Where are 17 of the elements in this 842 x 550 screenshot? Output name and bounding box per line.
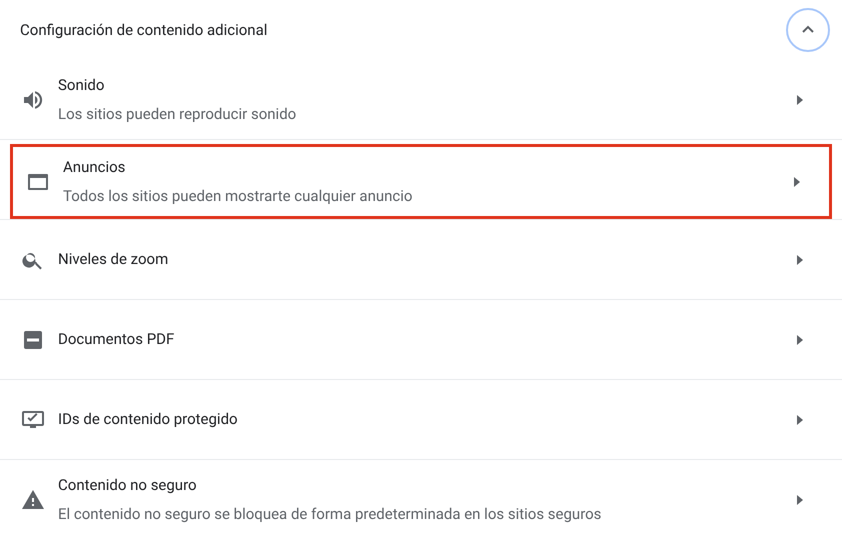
setting-title: Anuncios bbox=[63, 157, 126, 178]
setting-title: Niveles de zoom bbox=[58, 249, 170, 270]
arrow-right-icon[interactable] bbox=[796, 494, 804, 506]
arrow-right-icon[interactable] bbox=[796, 334, 804, 346]
setting-title: Sonido bbox=[58, 75, 106, 96]
arrow-right-icon[interactable] bbox=[796, 94, 804, 106]
setting-description: El contenido no seguro se bloquea de forma predeterminada en los sitios seguros bbox=[58, 504, 602, 524]
setting-description: Todos los sitios pueden mostrarte cualquier anuncio bbox=[63, 186, 414, 206]
setting-title: Contenido no seguro bbox=[58, 475, 198, 496]
arrow-right-icon[interactable] bbox=[793, 176, 801, 188]
warning-icon bbox=[21, 488, 45, 512]
setting-description: Los sitios pueden reproducir sonido bbox=[58, 104, 298, 124]
section-title: Configuración de contenido adicional bbox=[20, 20, 268, 41]
setting-title: IDs de contenido protegido bbox=[58, 409, 239, 430]
arrow-right-icon[interactable] bbox=[796, 254, 804, 266]
arrow-right-icon[interactable] bbox=[796, 414, 804, 426]
setting-title: Documentos PDF bbox=[58, 329, 176, 350]
